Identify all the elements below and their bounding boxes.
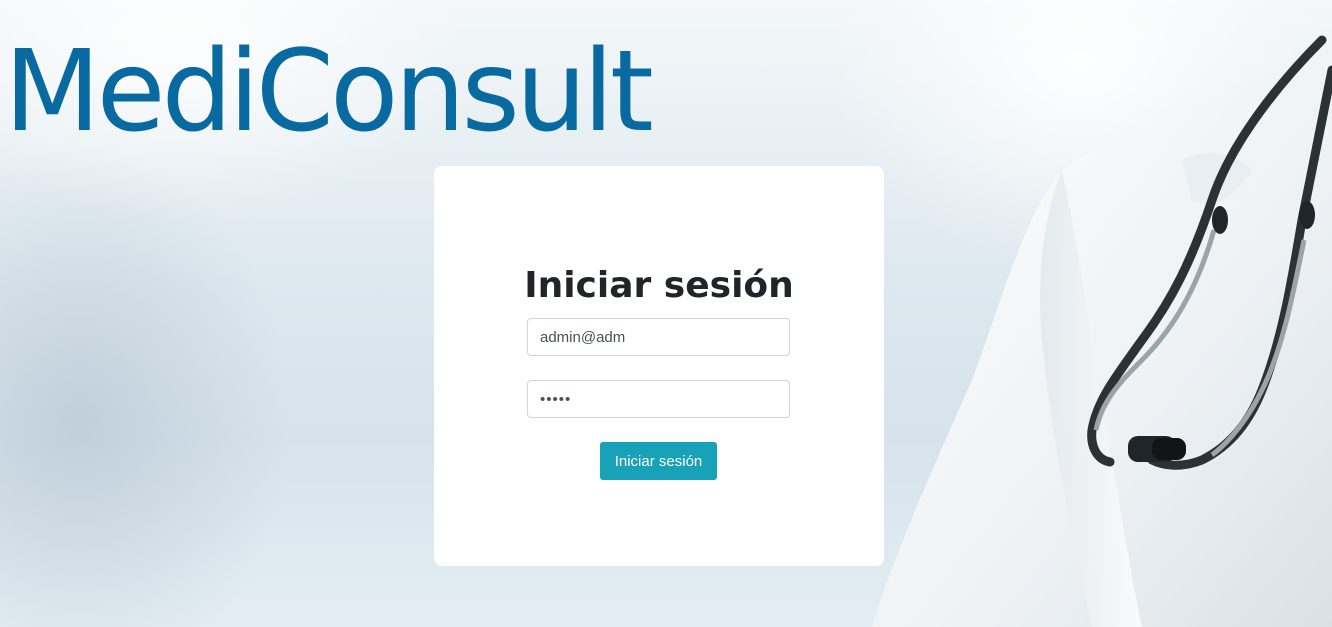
- email-field[interactable]: [527, 318, 790, 356]
- login-card: Iniciar sesión Iniciar sesión: [434, 166, 884, 566]
- password-field[interactable]: [527, 380, 790, 418]
- brand-logo-text: MediConsult: [4, 27, 654, 157]
- login-title: Iniciar sesión: [524, 265, 794, 306]
- doctor-stethoscope-image: [872, 35, 1332, 627]
- login-button[interactable]: Iniciar sesión: [600, 442, 717, 480]
- login-page: MediConsult Iniciar sesión admin@adm •••…: [0, 0, 1332, 627]
